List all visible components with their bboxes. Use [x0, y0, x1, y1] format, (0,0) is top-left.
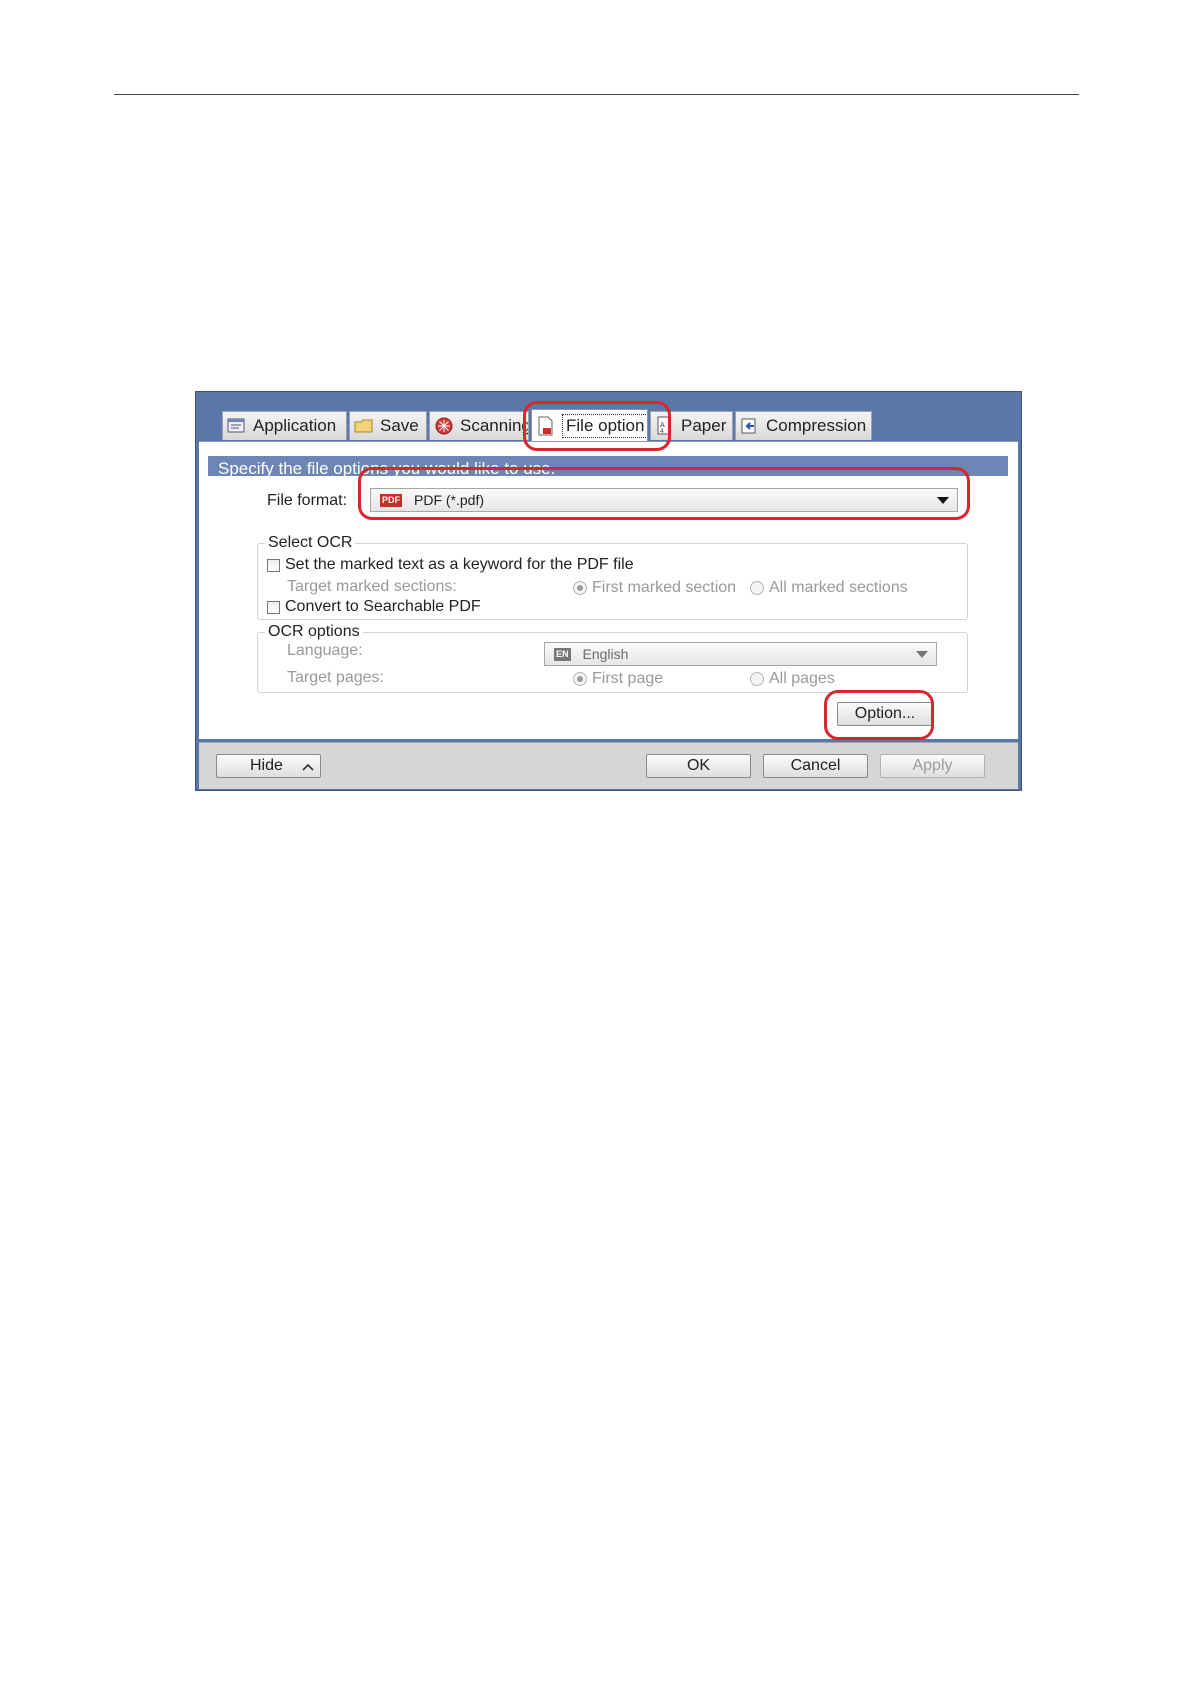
- searchable-pdf-checkbox[interactable]: [267, 601, 280, 614]
- chevron-up-icon: [302, 763, 314, 771]
- all-marked-sections-label: All marked sections: [769, 579, 908, 596]
- svg-text:4: 4: [660, 428, 664, 435]
- apply-button[interactable]: Apply: [880, 754, 985, 778]
- file-format-label: File format:: [267, 492, 348, 509]
- tab-compression-label: Compression: [766, 416, 867, 435]
- folder-icon: [354, 417, 374, 435]
- ok-button[interactable]: OK: [646, 754, 751, 778]
- language-dropdown[interactable]: EN English: [544, 642, 937, 666]
- first-page-radio[interactable]: [573, 672, 587, 686]
- tab-save[interactable]: Save: [349, 411, 427, 440]
- tab-compression[interactable]: Compression: [735, 411, 872, 440]
- all-pages-radio[interactable]: [750, 672, 764, 686]
- language-label: Language:: [287, 642, 363, 659]
- tab-save-label: Save: [380, 416, 419, 435]
- select-ocr-title: Select OCR: [265, 534, 356, 552]
- section-header: Specify the file options you would like …: [208, 456, 1008, 476]
- all-pages-label: All pages: [769, 670, 835, 687]
- pdf-icon: PDF: [380, 493, 402, 507]
- scan-settings-dialog: Application Save Scanning File option A4…: [195, 391, 1022, 791]
- tab-scanning[interactable]: Scanning: [429, 411, 529, 440]
- hide-button-label: Hide: [250, 757, 283, 774]
- target-pages-label: Target pages:: [287, 669, 384, 686]
- compression-icon: [740, 417, 760, 435]
- tab-application[interactable]: Application: [222, 411, 347, 440]
- section-header-text: Specify the file options you would like …: [218, 459, 556, 476]
- tab-bar: Application Save Scanning File option A4…: [222, 409, 874, 441]
- page-top-rule: [114, 94, 1079, 95]
- tab-file-option-label: File option: [562, 413, 647, 438]
- tab-scanning-label: Scanning: [460, 416, 529, 435]
- tab-paper-label: Paper: [681, 416, 727, 435]
- tab-paper[interactable]: A4 Paper: [650, 411, 733, 440]
- cancel-button[interactable]: Cancel: [763, 754, 868, 778]
- paper-icon: A4: [655, 416, 675, 435]
- chevron-down-icon: [937, 497, 949, 504]
- target-marked-sections-label: Target marked sections:: [287, 578, 457, 595]
- hide-button[interactable]: Hide: [216, 754, 321, 778]
- application-icon: [227, 417, 247, 435]
- chevron-down-icon: [916, 651, 928, 658]
- ocr-options-title: OCR options: [265, 623, 363, 641]
- tab-content-panel: Specify the file options you would like …: [199, 441, 1018, 739]
- file-format-value: PDF (*.pdf): [414, 492, 485, 508]
- tab-file-option[interactable]: File option: [531, 409, 648, 441]
- scanning-icon: [434, 417, 454, 435]
- first-marked-section-radio[interactable]: [573, 581, 587, 595]
- tab-application-label: Application: [253, 416, 337, 435]
- file-format-dropdown[interactable]: PDF PDF (*.pdf): [370, 488, 958, 512]
- all-marked-sections-radio[interactable]: [750, 581, 764, 595]
- keyword-checkbox[interactable]: [267, 559, 280, 572]
- language-value: English: [582, 646, 629, 662]
- searchable-pdf-checkbox-label[interactable]: Convert to Searchable PDF: [285, 598, 481, 616]
- option-button[interactable]: Option...: [837, 702, 933, 726]
- dialog-footer: Hide OK Cancel Apply: [199, 742, 1018, 789]
- first-page-label: First page: [592, 670, 664, 687]
- file-pdf-icon: [536, 416, 556, 435]
- first-marked-section-label: First marked section: [592, 579, 737, 596]
- keyword-checkbox-label[interactable]: Set the marked text as a keyword for the…: [285, 556, 634, 574]
- language-badge-icon: EN: [554, 647, 571, 661]
